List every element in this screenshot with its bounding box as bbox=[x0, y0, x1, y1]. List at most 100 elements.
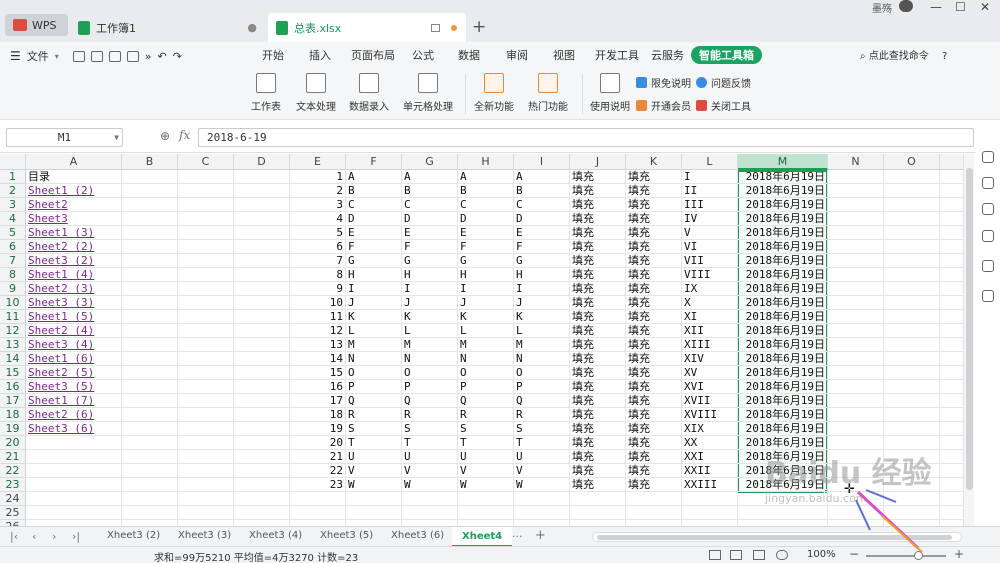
save-icon[interactable] bbox=[90, 50, 103, 62]
column-header-a[interactable]: A bbox=[26, 154, 122, 170]
row-header-21[interactable]: 21 bbox=[0, 450, 26, 464]
normal-view-icon[interactable] bbox=[709, 550, 721, 560]
cell-letter[interactable]: P bbox=[514, 380, 569, 394]
cell-fill-text[interactable]: 填充 bbox=[626, 422, 681, 436]
command-search[interactable]: ⌕ 点此查找命令 ? bbox=[860, 47, 947, 62]
cell-date[interactable]: 2018年6月19日 bbox=[738, 296, 827, 310]
tab-review[interactable]: 审阅 bbox=[506, 47, 528, 63]
cell-date[interactable]: 2018年6月19日 bbox=[738, 268, 827, 282]
cell-letter[interactable]: E bbox=[402, 226, 457, 240]
cell-number[interactable]: 11 bbox=[290, 310, 345, 324]
cell-letter[interactable]: Q bbox=[346, 394, 401, 408]
cell-roman-numeral[interactable]: XXIII bbox=[682, 478, 737, 492]
cell-roman-numeral[interactable]: X bbox=[682, 296, 737, 310]
cell-fill-text[interactable]: 填充 bbox=[570, 240, 625, 254]
cell-fill-text[interactable]: 填充 bbox=[570, 338, 625, 352]
cell-letter[interactable]: J bbox=[458, 296, 513, 310]
cell-letter[interactable]: J bbox=[402, 296, 457, 310]
cell-letter[interactable]: L bbox=[402, 324, 457, 338]
cell-letter[interactable]: M bbox=[402, 338, 457, 352]
cell-fill-text[interactable]: 填充 bbox=[626, 198, 681, 212]
row-header-4[interactable]: 4 bbox=[0, 212, 26, 226]
cell-date[interactable]: 2018年6月19日 bbox=[738, 324, 827, 338]
cell-date[interactable]: 2018年6月19日 bbox=[738, 184, 827, 198]
cell-number[interactable]: 10 bbox=[290, 296, 345, 310]
cell-letter[interactable]: H bbox=[514, 268, 569, 282]
cell-roman-numeral[interactable]: III bbox=[682, 198, 737, 212]
cell-letter[interactable]: C bbox=[514, 198, 569, 212]
cell-fill-text[interactable]: 填充 bbox=[570, 212, 625, 226]
cell-number[interactable]: 2 bbox=[290, 184, 345, 198]
more-sheets-icon[interactable]: ··· bbox=[512, 530, 523, 543]
cell-letter[interactable]: B bbox=[402, 184, 457, 198]
tab-page-layout[interactable]: 页面布局 bbox=[351, 47, 395, 63]
cell-letter[interactable]: O bbox=[402, 366, 457, 380]
cell-letter[interactable]: U bbox=[458, 450, 513, 464]
row-header-11[interactable]: 11 bbox=[0, 310, 26, 324]
cell-letter[interactable]: P bbox=[402, 380, 457, 394]
row-header-10[interactable]: 10 bbox=[0, 296, 26, 310]
cell-fill-text[interactable]: 填充 bbox=[626, 464, 681, 478]
cell-letter[interactable]: T bbox=[514, 436, 569, 450]
column-header-i[interactable]: I bbox=[514, 154, 570, 170]
maximize-button[interactable]: ☐ bbox=[955, 0, 966, 14]
row-header-17[interactable]: 17 bbox=[0, 394, 26, 408]
tab-home[interactable]: 开始 bbox=[262, 47, 284, 63]
cell-date[interactable]: 2018年6月19日 bbox=[738, 352, 827, 366]
cell-letter[interactable]: D bbox=[402, 212, 457, 226]
last-sheet-icon[interactable]: ›| bbox=[72, 530, 80, 543]
cell-sheet-link[interactable]: Sheet3 (2) bbox=[26, 254, 121, 268]
cell-number[interactable]: 21 bbox=[290, 450, 345, 464]
cell-letter[interactable]: N bbox=[402, 352, 457, 366]
cell-sheet-link[interactable]: Sheet1 (5) bbox=[26, 310, 121, 324]
cell-fill-text[interactable]: 填充 bbox=[626, 310, 681, 324]
cell-fill-text[interactable]: 填充 bbox=[626, 450, 681, 464]
cell-letter[interactable]: L bbox=[458, 324, 513, 338]
cell-fill-text[interactable]: 填充 bbox=[570, 198, 625, 212]
cell-date[interactable]: 2018年6月19日 bbox=[738, 226, 827, 240]
page-break-view-icon[interactable] bbox=[730, 550, 742, 560]
cell-letter[interactable]: Q bbox=[458, 394, 513, 408]
cell-letter[interactable]: H bbox=[458, 268, 513, 282]
cell-letter[interactable]: R bbox=[458, 408, 513, 422]
cell-number[interactable]: 22 bbox=[290, 464, 345, 478]
cell-roman-numeral[interactable]: XIV bbox=[682, 352, 737, 366]
sheet-tab-xheet3-6[interactable]: Xheet3 (6) bbox=[391, 530, 444, 541]
cell-letter[interactable]: M bbox=[458, 338, 513, 352]
cell-letter[interactable]: C bbox=[402, 198, 457, 212]
cell-letter[interactable]: S bbox=[402, 422, 457, 436]
cell-letter[interactable]: Q bbox=[402, 394, 457, 408]
column-header-n[interactable]: N bbox=[828, 154, 884, 170]
cell-roman-numeral[interactable]: XV bbox=[682, 366, 737, 380]
cell-letter[interactable]: I bbox=[514, 282, 569, 296]
row-header-7[interactable]: 7 bbox=[0, 254, 26, 268]
column-header-b[interactable]: B bbox=[122, 154, 178, 170]
cell-letter[interactable]: I bbox=[346, 282, 401, 296]
cell-letter[interactable]: K bbox=[402, 310, 457, 324]
cell-letter[interactable]: I bbox=[458, 282, 513, 296]
cell-letter[interactable]: E bbox=[346, 226, 401, 240]
cell-letter[interactable]: S bbox=[514, 422, 569, 436]
cell-roman-numeral[interactable]: II bbox=[682, 184, 737, 198]
minimize-button[interactable]: — bbox=[930, 0, 942, 14]
cell-letter[interactable]: T bbox=[346, 436, 401, 450]
cell-number[interactable]: 23 bbox=[290, 478, 345, 492]
cell-letter[interactable]: M bbox=[346, 338, 401, 352]
eye-protection-icon[interactable] bbox=[776, 550, 788, 560]
print-preview-icon[interactable] bbox=[126, 50, 139, 62]
popular-features-button[interactable]: 热门功能 bbox=[528, 73, 568, 113]
cell-sheet-link[interactable]: Sheet2 (6) bbox=[26, 408, 121, 422]
cell-letter[interactable]: W bbox=[514, 478, 569, 492]
cell-fill-text[interactable]: 填充 bbox=[570, 170, 625, 184]
cell-letter[interactable]: A bbox=[346, 170, 401, 184]
cell-fill-text[interactable]: 填充 bbox=[570, 450, 625, 464]
row-header-18[interactable]: 18 bbox=[0, 408, 26, 422]
column-header-l[interactable]: L bbox=[682, 154, 738, 170]
cell-letter[interactable]: W bbox=[402, 478, 457, 492]
row-header-3[interactable]: 3 bbox=[0, 198, 26, 212]
tab-developer[interactable]: 开发工具 bbox=[595, 47, 639, 63]
cell-date[interactable]: 2018年6月19日 bbox=[738, 254, 827, 268]
cell-number[interactable]: 4 bbox=[290, 212, 345, 226]
sheet-tab-xheet4[interactable]: Xheet4 bbox=[452, 527, 513, 547]
cell-date[interactable]: 2018年6月19日 bbox=[738, 380, 827, 394]
